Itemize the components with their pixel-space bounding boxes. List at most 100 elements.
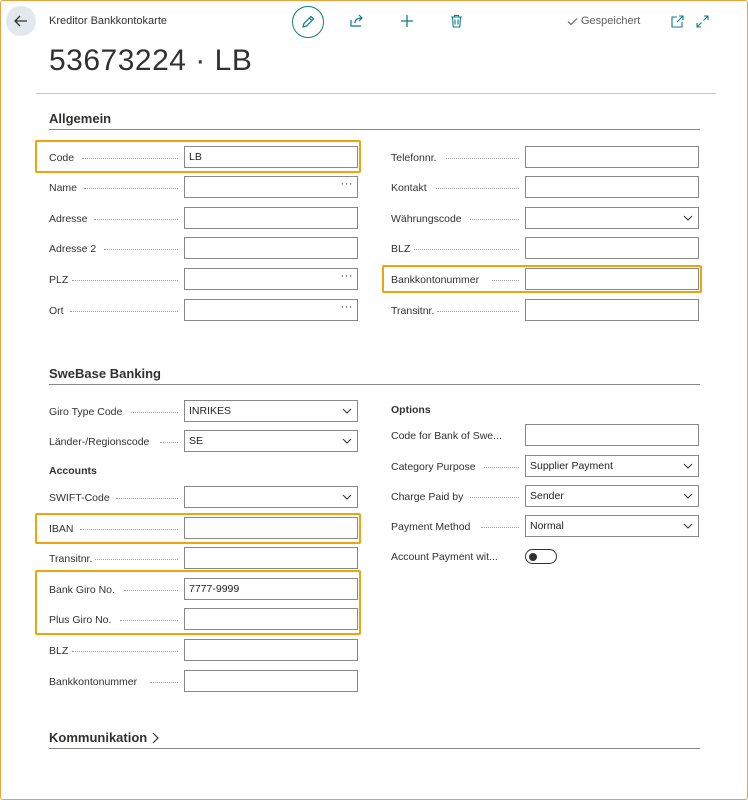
plz-field[interactable]: ··· bbox=[184, 268, 358, 290]
chevron-down-icon bbox=[683, 523, 693, 529]
leader-dots bbox=[436, 188, 519, 189]
payment-method-value: Normal bbox=[530, 520, 564, 532]
leader-dots bbox=[95, 559, 178, 560]
leader-dots bbox=[72, 651, 178, 652]
chevron-down-icon bbox=[683, 215, 693, 221]
lookup-ellipsis-icon[interactable]: ··· bbox=[341, 178, 354, 190]
leader-dots bbox=[84, 188, 178, 189]
category-purpose-select[interactable]: Supplier Payment bbox=[525, 455, 699, 477]
section-title-swebase: SweBase Banking bbox=[49, 366, 161, 381]
checkmark-icon bbox=[567, 17, 578, 25]
category-purpose-value: Supplier Payment bbox=[530, 460, 613, 472]
lookup-ellipsis-icon[interactable]: ··· bbox=[341, 301, 354, 313]
highlight-iban bbox=[35, 513, 361, 544]
chevron-right-icon bbox=[152, 732, 160, 743]
field-label-payment-method: Payment Method bbox=[391, 521, 471, 533]
toggle-knob bbox=[529, 552, 537, 561]
field-label-acc-transitnr: Transitnr. bbox=[49, 553, 93, 565]
section-title-allgemein: Allgemein bbox=[49, 111, 112, 126]
code-bank-swe-field[interactable] bbox=[525, 424, 699, 446]
payment-method-select[interactable]: Normal bbox=[525, 515, 699, 537]
account-payment-toggle[interactable] bbox=[525, 549, 557, 564]
new-button[interactable] bbox=[399, 13, 415, 29]
back-button[interactable] bbox=[6, 6, 36, 36]
field-label-plz: PLZ bbox=[49, 274, 69, 286]
field-label-kontakt: Kontakt bbox=[391, 182, 427, 194]
field-label-acc-bankkontonummer: Bankkontonummer bbox=[49, 676, 138, 688]
leader-dots bbox=[470, 497, 519, 498]
adresse-field[interactable] bbox=[184, 207, 358, 229]
lookup-ellipsis-icon[interactable]: ··· bbox=[341, 270, 354, 282]
field-label-transitnr: Transitnr. bbox=[391, 305, 435, 317]
giro-type-select[interactable]: INRIKES bbox=[184, 400, 358, 422]
field-label-acc-blz: BLZ bbox=[49, 645, 69, 657]
plus-icon bbox=[401, 15, 413, 27]
field-label-code-bank-swe: Code for Bank of Swe... bbox=[391, 430, 502, 442]
field-label-charge-paid: Charge Paid by bbox=[391, 491, 464, 503]
page-title: 53673224 · LB bbox=[49, 44, 253, 77]
kontakt-field[interactable] bbox=[525, 176, 699, 198]
chevron-down-icon bbox=[342, 494, 352, 500]
field-label-blz: BLZ bbox=[391, 243, 411, 255]
highlight-code bbox=[35, 140, 361, 173]
leader-dots bbox=[150, 682, 178, 683]
acc-bankkontonummer-field[interactable] bbox=[184, 670, 358, 692]
delete-button[interactable] bbox=[448, 13, 464, 29]
charge-paid-select[interactable]: Sender bbox=[525, 485, 699, 507]
field-label-account-payment: Account Payment wit... bbox=[391, 551, 498, 563]
open-in-new-icon bbox=[670, 14, 684, 28]
field-label-swift: SWIFT-Code bbox=[49, 492, 110, 504]
share-icon bbox=[350, 14, 363, 27]
region-select[interactable]: SE bbox=[184, 430, 358, 452]
field-label-ort: Ort bbox=[49, 305, 64, 317]
header-divider bbox=[36, 93, 716, 94]
leader-dots bbox=[481, 527, 519, 528]
leader-dots bbox=[70, 311, 178, 312]
open-new-window-button[interactable] bbox=[669, 13, 685, 29]
field-label-category-purpose: Category Purpose bbox=[391, 461, 476, 473]
pencil-icon bbox=[302, 15, 315, 28]
leader-dots bbox=[72, 280, 178, 281]
share-button[interactable] bbox=[349, 13, 365, 29]
acc-blz-field[interactable] bbox=[184, 639, 358, 661]
field-label-region: Länder-/Regionscode bbox=[49, 436, 150, 448]
swift-select[interactable] bbox=[184, 486, 358, 508]
highlight-bankkontonummer bbox=[382, 265, 702, 293]
saved-label: Gespeichert bbox=[581, 15, 641, 27]
section-divider bbox=[49, 129, 700, 130]
adresse-2-field[interactable] bbox=[184, 237, 358, 259]
saved-status: Gespeichert bbox=[567, 15, 640, 27]
name-field[interactable]: ··· bbox=[184, 176, 358, 198]
chevron-down-icon bbox=[342, 408, 352, 414]
telefonnr-field[interactable] bbox=[525, 146, 699, 168]
field-label-adresse-2: Adresse 2 bbox=[49, 243, 97, 255]
section-title-kommunikation: Kommunikation bbox=[49, 730, 148, 745]
options-heading: Options bbox=[391, 404, 431, 416]
leader-dots bbox=[104, 249, 178, 250]
giro-type-value: INRIKES bbox=[189, 405, 232, 417]
ort-field[interactable]: ··· bbox=[184, 299, 358, 321]
field-label-giro-type: Giro Type Code bbox=[49, 406, 123, 418]
transitnr-field[interactable] bbox=[525, 299, 699, 321]
edit-button[interactable] bbox=[292, 6, 324, 38]
waehrungscode-select[interactable] bbox=[525, 207, 699, 229]
leader-dots bbox=[160, 442, 178, 443]
leader-dots bbox=[414, 249, 519, 250]
expand-button[interactable] bbox=[694, 13, 710, 29]
leader-dots bbox=[94, 219, 178, 220]
leader-dots bbox=[484, 467, 519, 468]
field-label-waehrungscode: Währungscode bbox=[391, 213, 462, 225]
chevron-down-icon bbox=[683, 493, 693, 499]
acc-transitnr-field[interactable] bbox=[184, 547, 358, 569]
field-label-telefonnr: Telefonnr. bbox=[391, 152, 437, 164]
breadcrumb: Kreditor Bankkontokarte bbox=[49, 15, 168, 27]
section-divider bbox=[49, 384, 700, 385]
section-divider bbox=[49, 748, 700, 749]
field-label-name: Name bbox=[49, 182, 78, 194]
blz-field[interactable] bbox=[525, 237, 699, 259]
leader-dots bbox=[470, 219, 519, 220]
region-value: SE bbox=[189, 435, 204, 447]
chevron-down-icon bbox=[342, 438, 352, 444]
field-label-adresse: Adresse bbox=[49, 213, 88, 225]
section-kommunikation[interactable]: Kommunikation bbox=[49, 730, 160, 745]
